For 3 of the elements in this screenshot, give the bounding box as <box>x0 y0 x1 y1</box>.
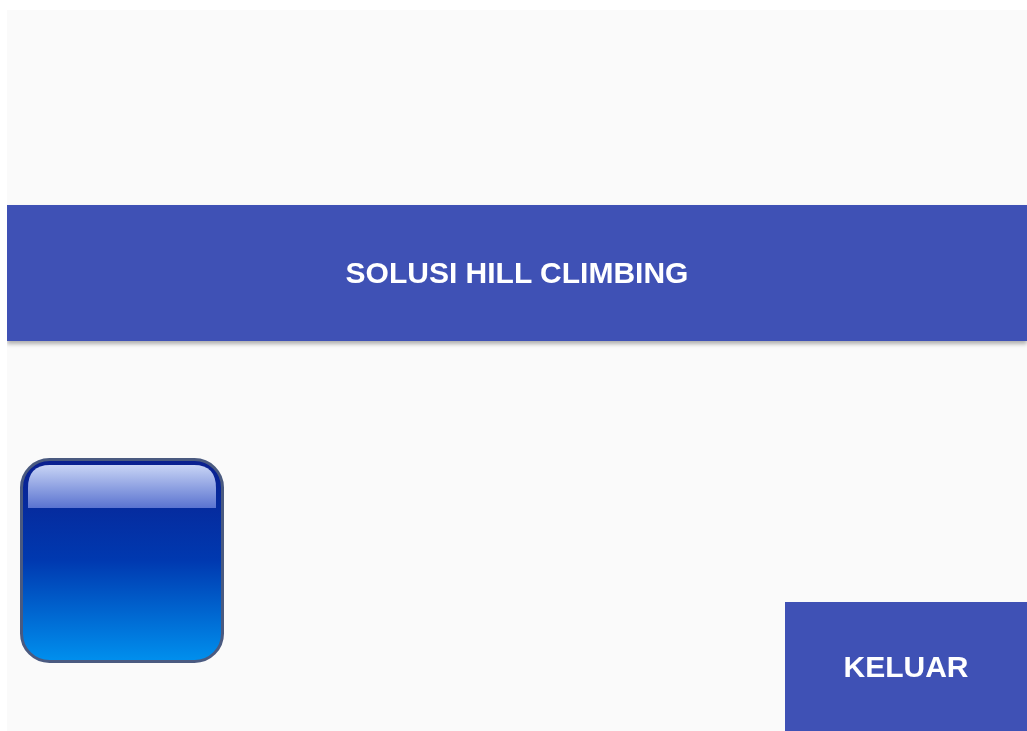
exit-button[interactable]: KELUAR <box>785 602 1027 731</box>
glossy-square-icon[interactable] <box>20 458 224 663</box>
screen-title: SOLUSI HILL CLIMBING <box>345 256 689 290</box>
